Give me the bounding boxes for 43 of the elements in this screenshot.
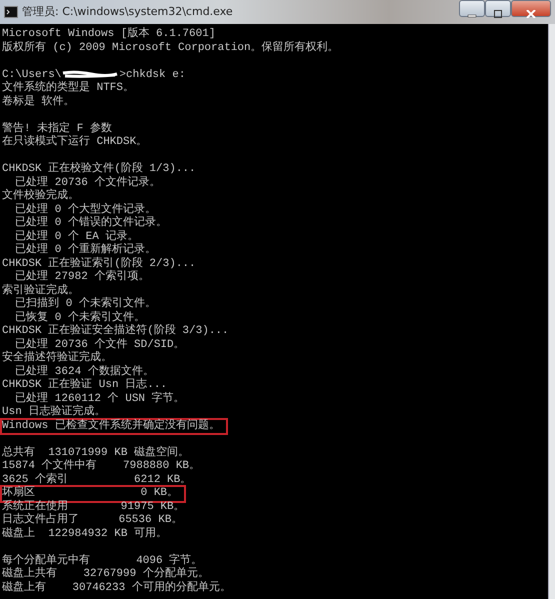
minimize-button[interactable]: [459, 0, 485, 17]
close-button[interactable]: [511, 0, 551, 17]
console-line: 已处理 0 个大型文件记录。: [14, 204, 156, 216]
console-line: 索引验证完成。: [2, 284, 79, 297]
console-line: 已扫描到 0 个未索引文件。: [14, 298, 156, 310]
console-line: CHKDSK 正在验证安全描述符(阶段 3/3)...: [2, 325, 229, 338]
scrollbar[interactable]: [548, 24, 555, 599]
console-line: 已处理 1260112 个 USN 字节。: [14, 392, 185, 404]
console-line: 文件系统的类型是 NTFS。: [2, 82, 134, 95]
console-line: 文件校验完成。: [2, 190, 79, 203]
console-line: 3625 个索引 6212 KB。: [2, 474, 192, 486]
console-line: 15874 个文件中有 7988880 KB。: [2, 460, 200, 472]
console-line: 版权所有 (c) 2009 Microsoft Corporation。保留所有权利。: [2, 42, 339, 55]
console-line: Microsoft Windows [版本 6.1.7601]: [2, 28, 216, 41]
console-line: 每个分配单元中有 4096 字节。: [2, 554, 202, 567]
console-line: 安全描述符验证完成。: [2, 352, 112, 365]
close-icon: [526, 10, 536, 18]
console-line: 警告! 未指定 F 参数: [2, 122, 112, 135]
console-line: 磁盘上 122984932 KB 可用。: [2, 528, 168, 541]
console-line: 在只读模式下运行 CHKDSK。: [2, 136, 148, 150]
console-line: Usn 日志验证完成。: [2, 406, 106, 418]
window-title: 管理员: C:\windows\system32\cmd.exe: [22, 4, 233, 20]
maximize-button[interactable]: [485, 0, 511, 17]
console-line: 已处理 0 个重新解析记录。: [14, 244, 156, 256]
console-line: 卷标是 软件。: [2, 96, 75, 109]
command-text: >chkdsk e:: [119, 68, 186, 80]
console-line: 日志文件占用了 65536 KB。: [2, 514, 182, 527]
console-line: 已处理 0 个 EA 记录。: [14, 230, 138, 242]
console-line: 已处理 27982 个索引项。: [14, 271, 150, 284]
console-line: 已处理 20736 个文件记录。: [14, 176, 160, 188]
console-line: 已处理 3624 个数据文件。: [14, 366, 154, 378]
maximize-icon: [493, 10, 503, 18]
console-line: 磁盘上有 30746233 个可用的分配单元。: [2, 582, 231, 595]
prompt-path: C:\Users\: [2, 68, 62, 80]
console-icon: [4, 6, 18, 18]
console-line: 已恢复 0 个未索引文件。: [14, 312, 146, 324]
console-line: 总共有 131071999 KB 磁盘空间。: [2, 446, 190, 458]
console-line: CHKDSK 正在校验文件(阶段 1/3)...: [2, 163, 196, 176]
console-line: CHKDSK 正在验证索引(阶段 2/3)...: [2, 258, 196, 270]
console-line: CHKDSK 正在验证 Usn 日志...: [2, 379, 168, 392]
console-line: 磁盘上共有 32767999 个分配单元。: [2, 568, 209, 581]
console-line: 已处理 0 个错误的文件记录。: [14, 217, 168, 230]
console-line: 已处理 20736 个文件 SD/SID。: [14, 338, 185, 350]
